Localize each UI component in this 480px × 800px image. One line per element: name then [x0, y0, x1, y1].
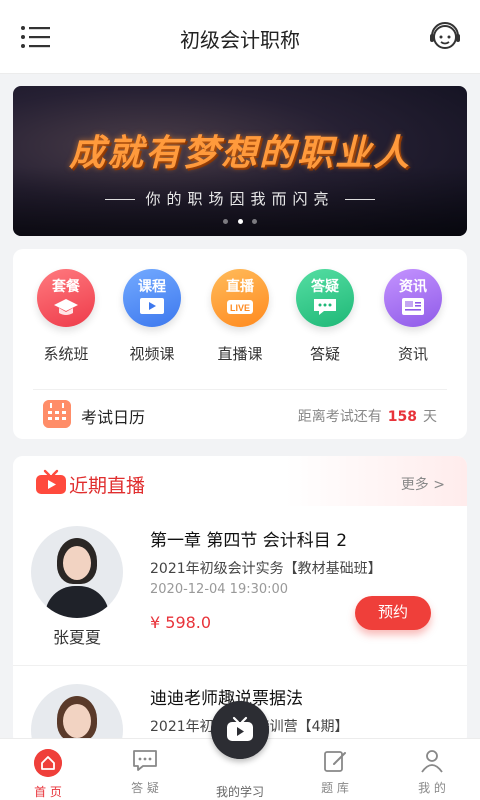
category-panel: 套餐 系统班 课程 视频课 直播 LIVE 直播课 答疑 答疑 资讯 资讯 考试… — [13, 249, 467, 439]
banner-dot — [223, 219, 229, 224]
tv-play-icon — [36, 469, 66, 494]
category-badge: 课程 — [123, 269, 181, 327]
newspaper-icon — [402, 298, 424, 315]
category-label: 视频课 — [129, 345, 175, 363]
exam-calendar-label: 考试日历 — [81, 408, 146, 427]
category-system-class[interactable]: 套餐 系统班 — [26, 269, 106, 364]
tab-question-bank[interactable]: 题 库 — [300, 749, 370, 796]
graduation-cap-icon — [54, 299, 78, 315]
course-price: ¥ 598.0 — [150, 613, 212, 632]
home-icon — [34, 749, 62, 777]
teacher-name: 张夏夏 — [52, 628, 101, 647]
user-icon — [421, 750, 443, 773]
reserve-button[interactable]: 预约 — [355, 596, 431, 630]
banner-dot-active — [237, 219, 243, 224]
category-divider — [33, 389, 447, 390]
banner-subline: 你的职场因我而闪亮 — [13, 188, 467, 209]
category-tag: 答疑 — [311, 279, 339, 295]
countdown-days: 158 — [387, 409, 417, 425]
category-video-course[interactable]: 课程 视频课 — [112, 269, 192, 364]
top-bar: 初级会计职称 — [0, 0, 480, 74]
promo-banner[interactable]: 成就有梦想的职业人 你的职场因我而闪亮 — [13, 86, 467, 236]
course-divider — [13, 665, 467, 666]
tab-home[interactable]: 首 页 — [13, 749, 83, 800]
my-study-tv-icon[interactable] — [211, 701, 269, 759]
category-tag: 套餐 — [52, 279, 80, 295]
category-badge: 套餐 — [37, 269, 95, 327]
svg-text:LIVE: LIVE — [230, 303, 250, 313]
live-section-header: 近期直播 更多 > — [13, 456, 467, 506]
video-play-icon — [140, 298, 164, 314]
live-course-card[interactable]: 张夏夏 第一章 第四节 会计科目 2 2021年初级会计实务【教材基础班】 20… — [13, 514, 467, 664]
banner-headline: 成就有梦想的职业人 — [68, 132, 411, 174]
live-section-title: 近期直播 — [69, 475, 146, 497]
category-tag: 直播 — [226, 279, 254, 295]
tab-home-label: 首 页 — [34, 785, 62, 799]
teacher-avatar — [31, 684, 123, 746]
category-news[interactable]: 资讯 资讯 — [373, 269, 453, 364]
category-live-course[interactable]: 直播 LIVE 直播课 — [200, 269, 280, 364]
category-badge: 直播 LIVE — [211, 269, 269, 327]
teacher-avatar — [31, 526, 123, 618]
category-badge: 答疑 — [296, 269, 354, 327]
category-label: 答疑 — [309, 345, 340, 363]
category-qa[interactable]: 答疑 答疑 — [285, 269, 365, 364]
calendar-icon — [43, 400, 71, 428]
exam-countdown: 距离考试还有 158 天 — [298, 406, 437, 426]
banner-pagination — [13, 209, 467, 228]
tab-my-study-label[interactable]: 我的学习 — [195, 783, 285, 800]
bottom-tab-bar: 首 页 答 疑 我的学习 题 库 我 的 — [0, 701, 480, 800]
tab-qa-label: 答 疑 — [131, 781, 159, 795]
category-tag: 资讯 — [399, 279, 427, 295]
tab-mine[interactable]: 我 的 — [397, 749, 467, 796]
banner-dot — [251, 219, 257, 224]
countdown-prefix: 距离考试还有 — [297, 409, 382, 425]
page-title: 初级会计职称 — [180, 28, 300, 52]
exam-calendar-row[interactable]: 考试日历 距离考试还有 158 天 — [13, 394, 467, 439]
tab-question-bank-label: 题 库 — [321, 781, 349, 795]
category-label: 资讯 — [397, 345, 428, 363]
countdown-suffix: 天 — [423, 409, 437, 425]
course-subtitle: 2021年初级会计实务【教材基础班】 — [150, 561, 382, 577]
category-label: 系统班 — [43, 345, 89, 363]
course-title: 第一章 第四节 会计科目 2 — [150, 531, 348, 551]
chat-icon — [133, 750, 157, 771]
edit-icon — [324, 751, 346, 772]
category-badge: 资讯 — [384, 269, 442, 327]
course-time: 2020-12-04 19:30:00 — [150, 582, 289, 597]
customer-service-icon[interactable] — [428, 20, 462, 54]
category-label: 直播课 — [217, 345, 263, 363]
category-tag: 课程 — [138, 279, 166, 295]
tab-mine-label: 我 的 — [418, 781, 446, 795]
live-icon: LIVE — [227, 300, 253, 314]
more-link[interactable]: 更多 > — [401, 474, 445, 494]
chat-bubble-icon — [314, 299, 336, 315]
tab-qa[interactable]: 答 疑 — [110, 749, 180, 796]
